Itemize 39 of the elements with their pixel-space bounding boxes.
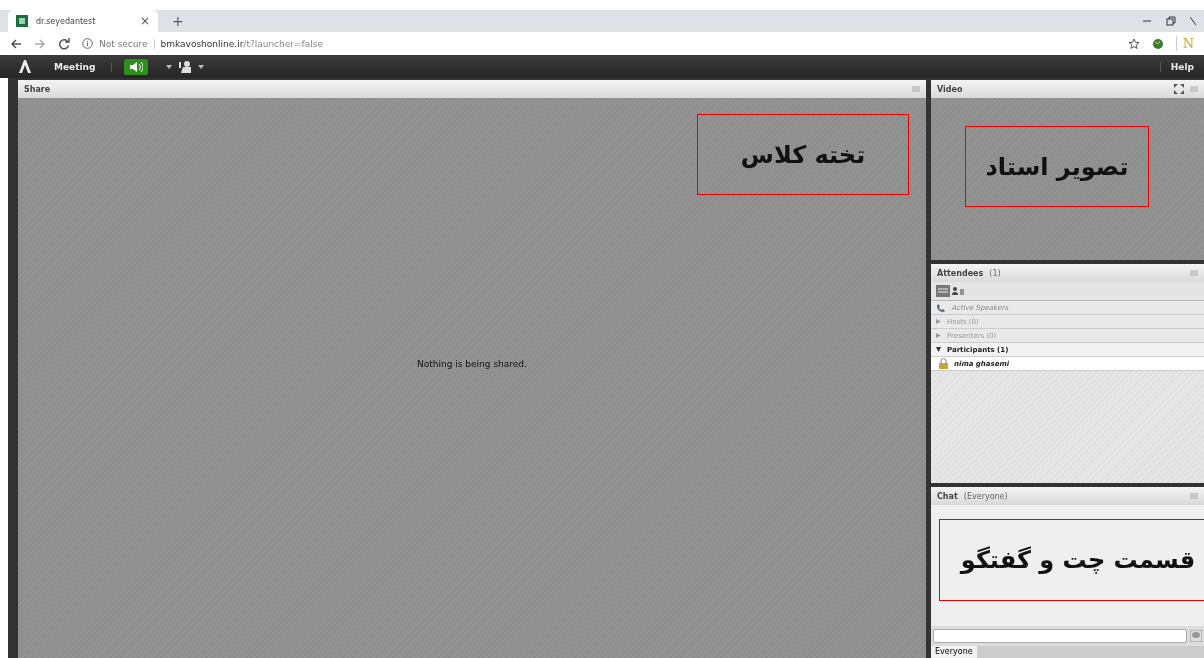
browser-tab[interactable]: dr.seyedantest × bbox=[8, 10, 158, 32]
close-tab-button[interactable]: × bbox=[139, 14, 150, 28]
annotation-label: تخته کلاس bbox=[697, 114, 909, 195]
pod-title: Share bbox=[24, 84, 51, 94]
pod-title: Video bbox=[937, 84, 963, 94]
collapse-triangle-icon bbox=[936, 347, 941, 352]
pod-subtitle: (1) bbox=[989, 268, 1001, 278]
annotation-label: قسمت چت و گفتگو bbox=[939, 519, 1204, 601]
speaker-button[interactable] bbox=[124, 58, 149, 75]
person-list-icon[interactable] bbox=[951, 285, 965, 297]
chat-tab[interactable]: Everyone bbox=[931, 646, 977, 658]
back-icon[interactable] bbox=[10, 37, 22, 50]
pod-title: Chat bbox=[937, 491, 958, 501]
raise-hand-icon[interactable] bbox=[178, 60, 193, 73]
empty-share-message: Nothing is being shared. bbox=[416, 359, 528, 369]
dropdown-caret-icon[interactable] bbox=[166, 64, 173, 69]
fullscreen-icon[interactable] bbox=[1174, 84, 1184, 94]
dropdown-caret-icon[interactable] bbox=[198, 64, 205, 69]
help-menu[interactable]: Help bbox=[1159, 61, 1194, 72]
speaker-icon bbox=[129, 60, 144, 73]
url-text[interactable]: bmkavoshonline.ir/t?launcher=false bbox=[160, 38, 323, 49]
security-label: Not secure bbox=[99, 38, 155, 49]
new-tab-button[interactable]: + bbox=[172, 13, 184, 29]
site-icon bbox=[16, 15, 28, 27]
pod-subtitle: (Everyone) bbox=[963, 491, 1008, 501]
tab-title: dr.seyedantest bbox=[36, 16, 97, 26]
meeting-menu[interactable]: Meeting bbox=[38, 61, 113, 72]
reload-icon[interactable] bbox=[58, 37, 70, 50]
expand-triangle-icon bbox=[936, 319, 941, 324]
chat-input-field[interactable] bbox=[933, 629, 1187, 643]
phone-icon bbox=[936, 302, 946, 313]
adobe-logo-icon bbox=[18, 58, 32, 75]
pod-title: Attendees bbox=[937, 268, 984, 278]
annotation-label: تصویر استاد bbox=[965, 126, 1149, 207]
star-icon[interactable] bbox=[1127, 37, 1140, 50]
info-icon bbox=[82, 38, 93, 49]
restore-icon[interactable] bbox=[1166, 16, 1176, 26]
lock-icon bbox=[939, 358, 948, 369]
expand-triangle-icon bbox=[936, 333, 941, 338]
